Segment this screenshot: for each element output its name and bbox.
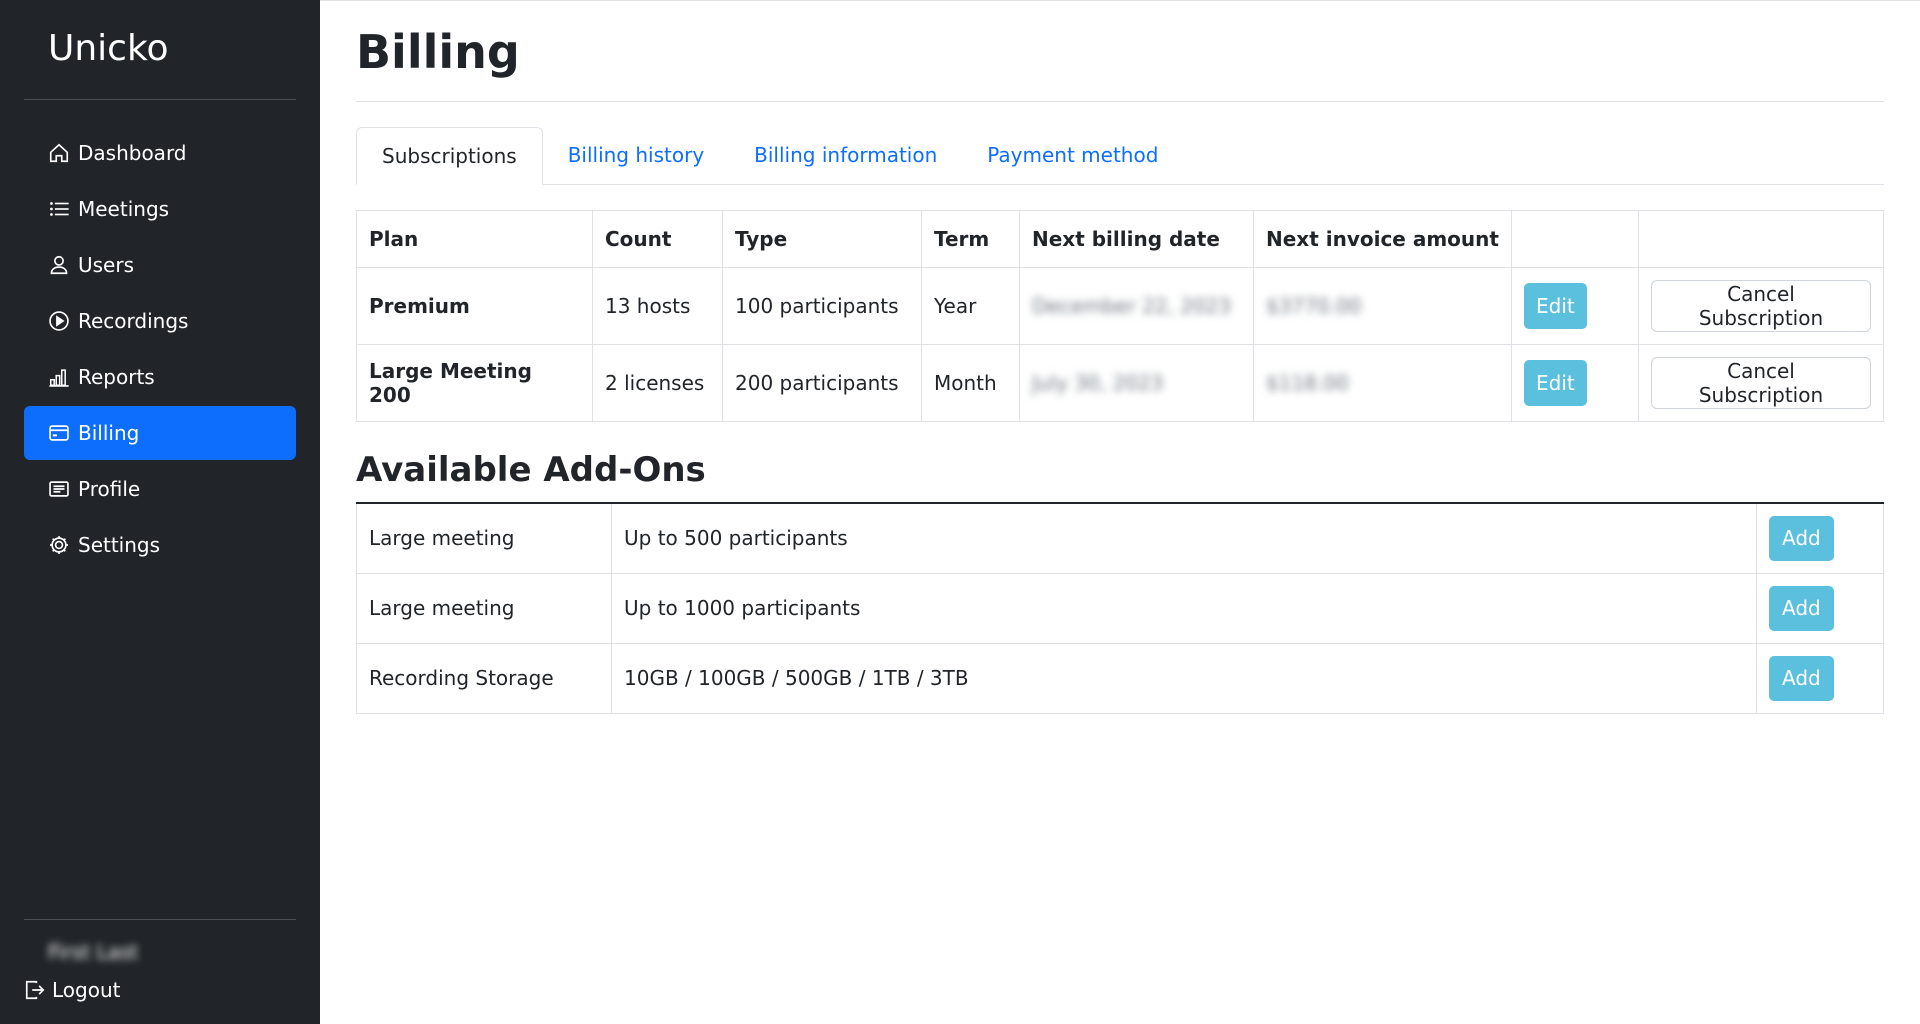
subscriptions-table: Plan Count Type Term Next billing date N…: [356, 210, 1884, 422]
addon-action-cell: Add: [1756, 503, 1884, 574]
addon-name: Large meeting: [356, 503, 612, 574]
next-billing-date-value: July 30, 2023: [1032, 371, 1164, 395]
addons-title: Available Add-Ons: [356, 450, 706, 490]
next-billing-date: December 22, 2023: [1019, 267, 1254, 345]
sidebar-item-label: Recordings: [78, 309, 189, 333]
addon-description: Up to 500 participants: [611, 503, 1757, 574]
next-billing-date-value: December 22, 2023: [1032, 294, 1232, 318]
addons-table: Large meeting Up to 500 participants Add…: [356, 502, 1884, 714]
table-row: Recording Storage 10GB / 100GB / 500GB /…: [356, 643, 1884, 714]
plan-type: 200 participants: [722, 344, 922, 422]
sidebar-item-label: Reports: [78, 365, 155, 389]
play-circle-icon: [49, 311, 69, 331]
sidebar: Unicko Dashboard Meetings Users Recordin…: [0, 0, 320, 1024]
column-header-next-billing-date: Next billing date: [1019, 210, 1254, 268]
sidebar-item-meetings[interactable]: Meetings: [24, 182, 296, 236]
tab-billing-history[interactable]: Billing history: [543, 127, 729, 184]
billing-tabs: Subscriptions Billing history Billing in…: [356, 127, 1884, 185]
sidebar-nav: Dashboard Meetings Users Recordings Repo…: [24, 126, 296, 574]
table-header-row: Plan Count Type Term Next billing date N…: [356, 210, 1884, 268]
edit-cell: Edit: [1511, 267, 1639, 345]
column-header-count: Count: [592, 210, 723, 268]
column-header-edit: [1511, 210, 1639, 268]
next-invoice-amount-value: $3770.00: [1266, 294, 1362, 318]
add-addon-button[interactable]: Add: [1769, 515, 1834, 561]
logout-label: Logout: [52, 978, 121, 1002]
page-title: Billing: [356, 25, 1884, 102]
column-header-type: Type: [722, 210, 922, 268]
edit-cell: Edit: [1511, 344, 1639, 422]
add-addon-button[interactable]: Add: [1769, 585, 1834, 631]
house-icon: [49, 143, 69, 163]
tab-payment-method[interactable]: Payment method: [962, 127, 1183, 184]
column-header-term: Term: [921, 210, 1020, 268]
list-icon: [50, 202, 69, 216]
logout-link[interactable]: Logout: [24, 978, 296, 1002]
sidebar-item-reports[interactable]: Reports: [24, 350, 296, 404]
cancel-subscription-button[interactable]: Cancel Subscription: [1651, 357, 1871, 409]
sidebar-item-billing[interactable]: Billing: [24, 406, 296, 460]
person-icon: [50, 255, 68, 275]
add-addon-button[interactable]: Add: [1769, 655, 1834, 701]
addon-action-cell: Add: [1756, 573, 1884, 644]
card-text-icon: [49, 481, 69, 497]
sidebar-item-label: Settings: [78, 533, 161, 557]
next-invoice-amount-value: $118.00: [1266, 371, 1349, 395]
addon-name: Recording Storage: [356, 643, 612, 714]
addon-description: Up to 1000 participants: [611, 573, 1757, 644]
plan-count: 13 hosts: [592, 267, 723, 345]
plan-term: Month: [921, 344, 1020, 422]
gear-icon: [50, 536, 68, 554]
column-header-cancel: [1638, 210, 1884, 268]
edit-button[interactable]: Edit: [1524, 283, 1587, 329]
tab-billing-information[interactable]: Billing information: [729, 127, 962, 184]
sidebar-item-dashboard[interactable]: Dashboard: [24, 126, 296, 180]
credit-card-icon: [49, 425, 69, 441]
table-row: Premium 13 hosts 100 participants Year D…: [356, 267, 1884, 345]
table-row: Large meeting Up to 1000 participants Ad…: [356, 573, 1884, 644]
sidebar-item-label: Dashboard: [78, 141, 187, 165]
plan-term: Year: [921, 267, 1020, 345]
next-invoice-amount: $3770.00: [1253, 267, 1512, 345]
sidebar-item-label: Users: [78, 253, 135, 277]
cancel-cell: Cancel Subscription: [1638, 344, 1884, 422]
cancel-cell: Cancel Subscription: [1638, 267, 1884, 345]
next-invoice-amount: $118.00: [1253, 344, 1512, 422]
plan-name: Large Meeting 200: [356, 344, 593, 422]
addon-action-cell: Add: [1756, 643, 1884, 714]
next-billing-date: July 30, 2023: [1019, 344, 1254, 422]
column-header-next-invoice-amount: Next invoice amount: [1253, 210, 1512, 268]
sidebar-item-recordings[interactable]: Recordings: [24, 294, 296, 348]
plan-count: 2 licenses: [592, 344, 723, 422]
cancel-subscription-button[interactable]: Cancel Subscription: [1651, 280, 1871, 332]
table-row: Large Meeting 200 2 licenses 200 partici…: [356, 344, 1884, 422]
sidebar-item-users[interactable]: Users: [24, 238, 296, 292]
user-name: First Last: [48, 940, 139, 964]
logout-icon: [25, 980, 45, 1000]
addon-description: 10GB / 100GB / 500GB / 1TB / 3TB: [611, 643, 1757, 714]
plan-name: Premium: [356, 267, 593, 345]
sidebar-footer: First Last Logout: [24, 919, 296, 1024]
main-content: Billing Subscriptions Billing history Bi…: [320, 0, 1920, 1024]
sidebar-item-label: Billing: [78, 421, 140, 445]
edit-button[interactable]: Edit: [1524, 360, 1587, 406]
brand-logo[interactable]: Unicko: [24, 0, 296, 100]
sidebar-item-profile[interactable]: Profile: [24, 462, 296, 516]
table-row: Large meeting Up to 500 participants Add: [356, 503, 1884, 574]
tab-subscriptions[interactable]: Subscriptions: [356, 127, 543, 185]
column-header-plan: Plan: [356, 210, 593, 268]
sidebar-item-label: Profile: [78, 477, 141, 501]
plan-type: 100 participants: [722, 267, 922, 345]
addon-name: Large meeting: [356, 573, 612, 644]
sidebar-item-label: Meetings: [78, 197, 170, 221]
bar-chart-icon: [49, 369, 69, 387]
sidebar-item-settings[interactable]: Settings: [24, 518, 296, 572]
